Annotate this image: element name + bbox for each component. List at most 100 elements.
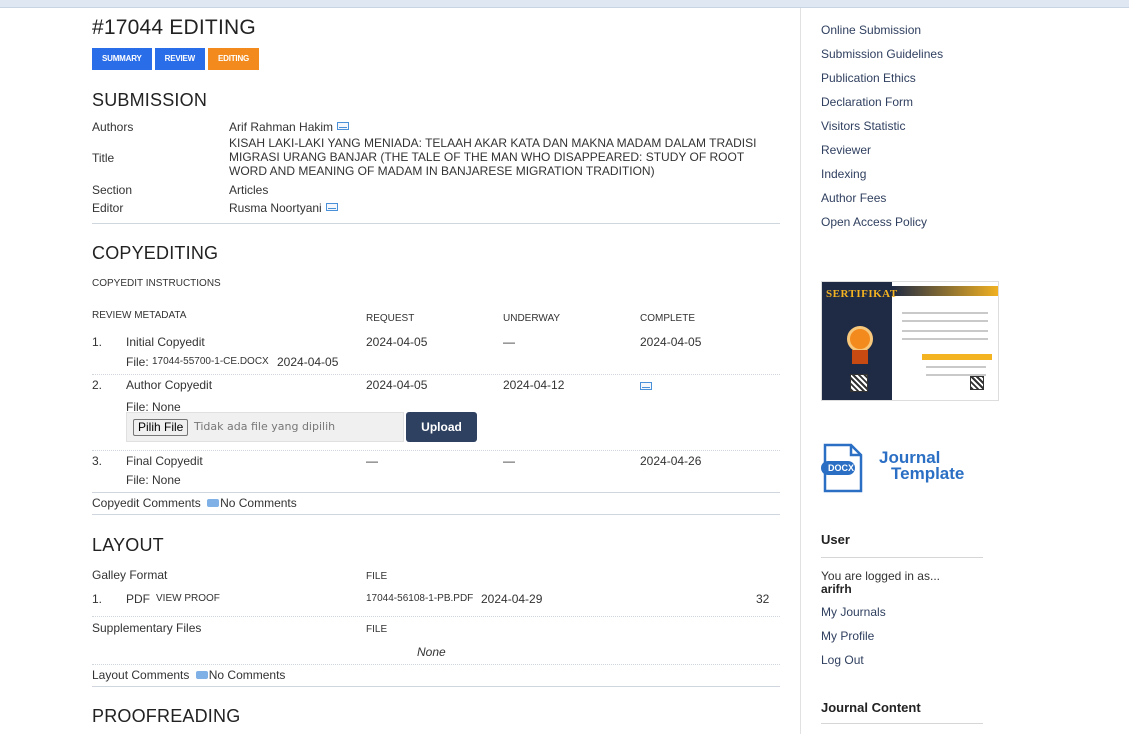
sidebar-link-my-journals[interactable]: My Journals <box>821 605 886 619</box>
user-heading: User <box>821 532 850 547</box>
sidebar-link-author-fees[interactable]: Author Fees <box>821 191 886 205</box>
copyedit-comments-label: Copyedit Comments <box>92 496 201 510</box>
email-complete-icon[interactable] <box>640 382 652 390</box>
col-request: REQUEST <box>366 313 415 324</box>
sidebar-link-reviewer[interactable]: Reviewer <box>821 143 871 157</box>
copyedit-instructions-link[interactable]: COPYEDIT INSTRUCTIONS <box>92 278 221 289</box>
galley-date: 2024-04-29 <box>481 592 543 606</box>
tab-summary[interactable]: SUMMARY <box>92 48 152 70</box>
col-complete: COMPLETE <box>640 313 696 324</box>
sidebar-divider-line <box>821 723 983 724</box>
journal-content-heading: Journal Content <box>821 700 921 715</box>
divider <box>92 514 780 515</box>
sidebar-link-visitors-statistic[interactable]: Visitors Statistic <box>821 119 905 133</box>
certificate-text-line <box>902 338 988 340</box>
sidebar-link-my-profile[interactable]: My Profile <box>821 629 874 643</box>
choose-file-button[interactable]: Pilih File <box>133 419 189 436</box>
row-complete: 2024-04-26 <box>640 454 702 468</box>
row-name: Author Copyedit <box>126 378 213 392</box>
comment-icon[interactable] <box>195 671 208 679</box>
qr-code-icon <box>970 376 984 390</box>
submission-heading: SUBMISSION <box>92 90 208 110</box>
row-complete: 2024-04-05 <box>640 335 702 349</box>
logged-in-text: You are logged in as... <box>821 569 940 583</box>
sidebar-link-indexing[interactable]: Indexing <box>821 167 866 181</box>
certificate-image[interactable]: SERTIFIKAT <box>821 281 999 401</box>
file-date: 2024-04-05 <box>277 355 339 369</box>
certificate-stripe <box>922 354 992 360</box>
top-bar <box>0 0 1129 8</box>
divider <box>92 686 780 687</box>
row-divider <box>92 374 780 375</box>
galley-type: PDF <box>126 592 150 606</box>
view-proof-link[interactable]: VIEW PROOF <box>156 593 220 604</box>
email-author-icon[interactable] <box>337 122 350 130</box>
col-underway: UNDERWAY <box>503 313 561 324</box>
journal-template-link[interactable]: DOCX Journal Template <box>821 443 981 495</box>
authors-value: Arif Rahman Hakim <box>229 120 334 134</box>
row-name: Final Copyedit <box>126 454 203 468</box>
galley-count: 32 <box>756 592 770 606</box>
row-number: 1. <box>92 335 103 349</box>
email-editor-icon[interactable] <box>325 203 338 211</box>
certificate-band <box>892 286 998 296</box>
row-underway: 2024-04-12 <box>503 378 565 392</box>
row-request: — <box>366 454 378 468</box>
main-content: #17044 EDITING SUMMARY REVIEW EDITING SU… <box>92 16 780 726</box>
tab-review[interactable]: REVIEW <box>154 48 205 70</box>
sidebar-link-submission-guidelines[interactable]: Submission Guidelines <box>821 47 943 61</box>
upload-button[interactable]: Upload <box>406 412 477 442</box>
page-title: #17044 EDITING <box>92 16 256 39</box>
copyedit-comments-link[interactable]: No Comments <box>220 496 297 510</box>
row-request: 2024-04-05 <box>366 378 428 392</box>
no-file-text: Tidak ada file yang dipilih <box>194 420 336 433</box>
layout-heading: LAYOUT <box>92 535 164 555</box>
section-value: Articles <box>229 183 269 197</box>
row-underway: — <box>503 335 515 349</box>
copyedit-comments: Copyedit Comments No Comments <box>92 496 297 510</box>
certificate-text-line <box>926 366 986 368</box>
row-number: 3. <box>92 454 103 468</box>
divider <box>92 492 780 493</box>
row-file-label: File: <box>126 355 149 369</box>
sidebar-link-declaration-form[interactable]: Declaration Form <box>821 95 913 109</box>
supp-file-col: FILE <box>366 624 388 635</box>
row-divider <box>92 616 780 617</box>
galley-file-col: FILE <box>366 571 388 582</box>
journal-template-line2: Template <box>891 464 965 483</box>
certificate-text-line <box>902 330 988 332</box>
review-metadata-link[interactable]: REVIEW METADATA <box>92 310 186 321</box>
docx-badge: DOCX <box>828 463 855 473</box>
certificate-title: SERTIFIKAT <box>826 288 898 300</box>
supp-none: None <box>417 645 446 659</box>
username: arifrh <box>821 582 852 596</box>
row-name: Initial Copyedit <box>126 335 205 349</box>
certificate-text-line <box>902 312 988 314</box>
row-request: 2024-04-05 <box>366 335 428 349</box>
title-label: Title <box>92 151 115 165</box>
galley-file-link[interactable]: 17044-56108-1-PB.PDF <box>366 593 473 604</box>
layout-comments-label: Layout Comments <box>92 668 190 682</box>
sidebar-link-publication-ethics[interactable]: Publication Ethics <box>821 71 916 85</box>
tab-editing[interactable]: EDITING <box>208 48 260 70</box>
editing-tabs: SUMMARY REVIEW EDITING <box>92 48 780 70</box>
section-label: Section <box>92 183 133 197</box>
upload-area: Pilih File Tidak ada file yang dipilih U… <box>92 412 780 444</box>
title-value: KISAH LAKI-LAKI YANG MENIADA: TELAAH AKA… <box>229 136 757 178</box>
layout-comments: Layout Comments No Comments <box>92 668 285 682</box>
comment-icon[interactable] <box>207 499 220 507</box>
authors-label: Authors <box>92 120 134 134</box>
sidebar-link-log-out[interactable]: Log Out <box>821 653 864 667</box>
file-input[interactable]: Pilih File Tidak ada file yang dipilih <box>126 412 404 442</box>
galley-format-label: Galley Format <box>92 568 168 582</box>
layout-comments-link[interactable]: No Comments <box>209 668 286 682</box>
file-link[interactable]: 17044-55700-1-CE.DOCX <box>152 356 269 367</box>
row-divider <box>92 450 780 451</box>
copyedit-row-author: 2. Author Copyedit 2024-04-05 2024-04-12… <box>92 378 780 458</box>
galley-row: 1. PDF VIEW PROOF 17044-56108-1-PB.PDF 2… <box>92 592 780 608</box>
sidebar-link-open-access-policy[interactable]: Open Access Policy <box>821 215 927 229</box>
galley-number: 1. <box>92 592 103 606</box>
copyedit-row-final: 3. Final Copyedit — — 2024-04-26 File: N… <box>92 454 780 490</box>
sidebar-link-online-submission[interactable]: Online Submission <box>821 23 921 37</box>
row-underway: — <box>503 454 515 468</box>
